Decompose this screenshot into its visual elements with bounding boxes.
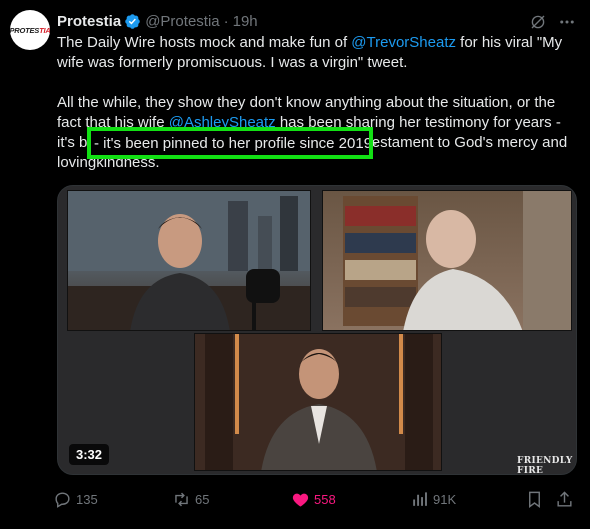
video-pane-host-3 [194,333,442,471]
video-player[interactable]: 3:32 FRIENDLY FIRE [57,185,577,475]
action-bar: 135 65 558 91K [53,488,583,510]
tweet-text: The Daily Wire hosts mock and make fun o… [57,33,577,193]
mention-ashley[interactable]: @AshleySheatz [169,114,276,131]
repost-icon [175,492,188,506]
views-button[interactable]: 91K [410,488,456,510]
grok-icon[interactable] [528,12,548,32]
verified-badge-icon[interactable] [124,13,141,30]
video-pane-host-1 [67,190,311,331]
timestamp[interactable]: 19h [233,13,258,30]
views-count: 91K [433,491,457,507]
tweet-header: Protestia @Protestia · 19h [57,11,258,31]
highlighted-text: - it's been pinned to her profile since … [91,131,377,155]
video-watermark: FRIENDLY FIRE [517,456,573,475]
share-icon [557,490,572,507]
bookmark-button[interactable] [525,488,548,510]
display-name[interactable]: Protestia [57,13,121,30]
views-icon [413,491,427,506]
repost-count: 65 [195,491,210,507]
video-duration: 3:32 [69,444,110,465]
share-button[interactable] [555,488,578,510]
bookmark-icon [529,491,540,508]
mention-trevor[interactable]: @TrevorSheatz [351,34,456,51]
like-button[interactable]: 558 [291,488,336,510]
avatar[interactable]: PROTESTIA [10,10,50,50]
like-count: 558 [314,491,336,507]
repost-button[interactable]: 65 [172,488,209,510]
video-pane-host-2 [322,190,572,331]
handle[interactable]: @Protestia [145,13,219,30]
like-icon [292,493,309,507]
reply-count: 135 [76,491,98,507]
separator: · [223,12,229,30]
more-icon[interactable] [557,12,577,32]
reply-button[interactable]: 135 [53,488,98,510]
reply-icon [55,491,70,508]
tweet-paragraph-1: The Daily Wire hosts mock and make fun o… [57,34,563,71]
avatar-logo: PROTESTIA [10,25,50,35]
